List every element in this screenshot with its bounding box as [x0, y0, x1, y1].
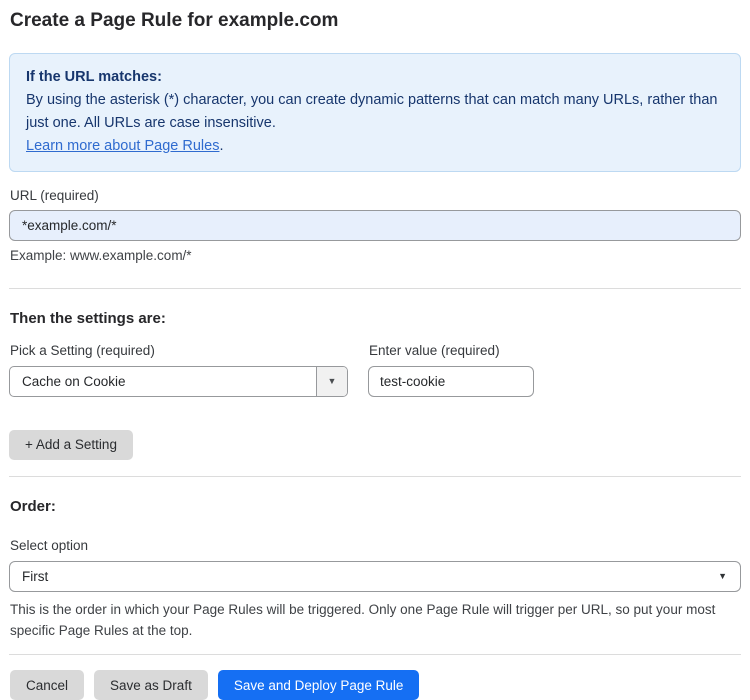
chevron-down-icon: ▼	[718, 571, 727, 582]
add-setting-button[interactable]: + Add a Setting	[9, 429, 133, 460]
setting-picker-label: Pick a Setting (required)	[10, 342, 155, 358]
settings-section-heading: Then the settings are:	[10, 309, 166, 327]
page-title: Create a Page Rule for example.com	[10, 10, 339, 31]
order-section-heading: Order:	[10, 497, 56, 515]
divider	[9, 475, 741, 477]
setting-value-label: Enter value (required)	[369, 342, 500, 358]
info-box-body: By using the asterisk (*) character, you…	[26, 91, 718, 131]
settings-row: Pick a Setting (required) Cache on Cooki…	[9, 327, 741, 397]
url-example-text: Example: www.example.com/*	[10, 247, 192, 263]
setting-value-input[interactable]	[368, 365, 534, 397]
order-select-label: Select option	[10, 537, 89, 553]
setting-picker-column: Pick a Setting (required) Cache on Cooki…	[9, 327, 348, 397]
learn-more-link[interactable]: Learn more about Page Rules	[26, 138, 219, 154]
cancel-button[interactable]: Cancel	[10, 670, 85, 700]
setting-value-column: Enter value (required)	[368, 327, 534, 397]
setting-picker-select[interactable]: Cache on Cookie ▼	[9, 365, 348, 397]
save-as-draft-button[interactable]: Save as Draft	[94, 670, 208, 700]
info-box-heading: If the URL matches:	[26, 69, 162, 85]
save-and-deploy-button[interactable]: Save and Deploy Page Rule	[217, 670, 420, 700]
url-match-info-box: If the URL matches: By using the asteris…	[9, 53, 741, 172]
url-field-label: URL (required)	[10, 187, 99, 203]
form-actions: Cancel Save as Draft Save and Deploy Pag…	[9, 670, 741, 700]
link-period: .	[219, 137, 224, 154]
divider	[9, 654, 741, 656]
url-input[interactable]	[9, 209, 741, 241]
order-select[interactable]: First ▼	[9, 560, 741, 592]
chevron-down-icon: ▼	[327, 376, 337, 387]
order-select-value: First	[22, 568, 49, 584]
info-box-link-line: Learn more about Page Rules.	[26, 135, 724, 158]
divider	[9, 287, 741, 289]
setting-picker-value: Cache on Cookie	[22, 373, 126, 389]
order-help-text: This is the order in which your Page Rul…	[10, 601, 716, 638]
setting-picker-arrow-button[interactable]: ▼	[316, 366, 347, 396]
